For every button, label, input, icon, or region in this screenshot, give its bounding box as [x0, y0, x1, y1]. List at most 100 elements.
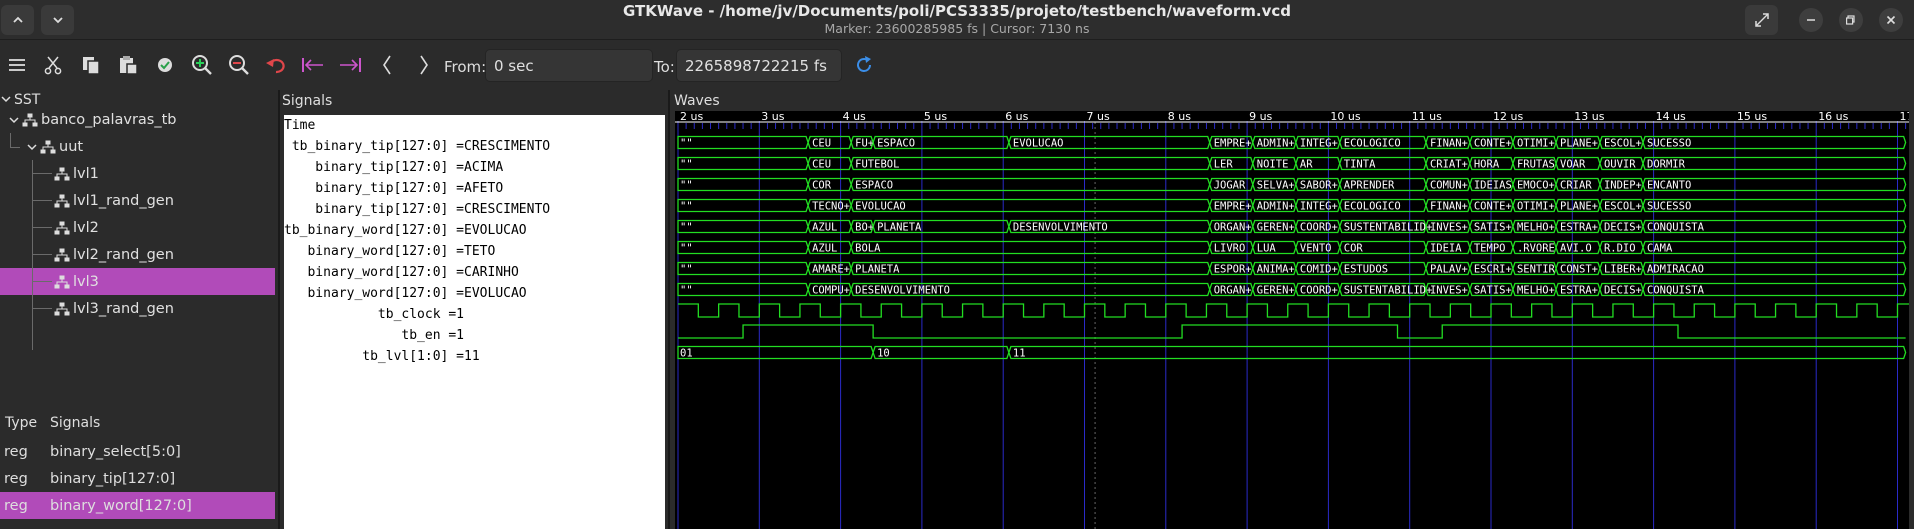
tree-guide-line [10, 147, 20, 148]
tree-item-banco-palavras-tb[interactable]: banco_palavras_tb [0, 106, 275, 133]
bus-trace-value: ADMIN+ [1257, 201, 1295, 213]
bus-trace-value: MELHO+ [1517, 222, 1555, 234]
time-row[interactable]: Time [284, 115, 665, 136]
copy-button[interactable] [78, 52, 104, 78]
to-input[interactable]: 2265898722215 fs [676, 49, 842, 82]
maximize-button[interactable] [1839, 8, 1863, 32]
bus-trace-value: DESENVOLVIMENTO [1013, 222, 1108, 234]
enable-trace [678, 324, 1906, 339]
wave-canvas[interactable]: 2 us 3 us 4 us 5 us 6 us 7 us 8 us 9 us 10 us 11 … [675, 111, 1909, 529]
bus-trace-value: EMPRE+ [1214, 201, 1252, 213]
signal-type-row[interactable]: reg binary_tip[127:0] [0, 465, 275, 492]
time-tick-label: 10 us [1330, 111, 1360, 123]
reload-button[interactable] [851, 52, 877, 78]
signal-row[interactable]: binary_word[127:0] =EVOLUCAO [284, 283, 665, 304]
menu-button[interactable] [4, 52, 30, 78]
prev-button[interactable] [374, 52, 400, 78]
signal-row[interactable]: binary_tip[127:0] =ACIMA [284, 157, 665, 178]
bus-trace-value: ESCOL+ [1604, 201, 1642, 213]
jump-start-button[interactable] [300, 52, 326, 78]
close-button[interactable] [1879, 8, 1903, 32]
bus-trace-value: VOAR [1560, 159, 1586, 171]
tree-item-label: banco_palavras_tb [41, 111, 177, 128]
zoom-in-button[interactable] [189, 52, 215, 78]
signal-type: reg [4, 443, 28, 460]
fullscreen-button[interactable] [1745, 5, 1778, 35]
bus-trace-segment [850, 240, 1211, 255]
bus-trace-segment [677, 240, 809, 255]
zoom-in-icon [192, 55, 212, 75]
signal-name: binary_tip[127:0] [50, 470, 176, 487]
paste-button[interactable] [115, 52, 141, 78]
signal-row[interactable]: tb_binary_word[127:0] =EVOLUCAO [284, 220, 665, 241]
hierarchy-icon [54, 248, 70, 261]
bus-trace-value: CRIAR [1560, 180, 1592, 192]
bus-trace-value: ESPACO [877, 138, 915, 150]
signal-name: binary_word[127:0] [50, 497, 192, 514]
signal-type: reg [4, 470, 28, 487]
bus-trace-value: ESTRA+ [1560, 285, 1598, 297]
bus-trace-value: PLANETA [877, 222, 922, 234]
signal-type: reg [4, 497, 28, 514]
jump-end-button[interactable] [337, 52, 363, 78]
signal-name: binary_select[5:0] [50, 443, 181, 460]
bus-trace-value: .RVORE [1517, 243, 1555, 255]
lvl-trace-value: 01 [680, 348, 693, 360]
waves-pane: Waves 2 us 3 us 4 us 5 us 6 us 7 us 8 us 9 us 10… [670, 90, 1914, 529]
cut-button[interactable] [40, 52, 66, 78]
bus-trace-value: FRUTAS [1517, 159, 1555, 171]
bus-trace-value: GEREN+ [1257, 222, 1295, 234]
bus-trace-value: CAMA [1647, 243, 1673, 255]
signal-type-row[interactable]: reg binary_word[127:0] [0, 492, 275, 519]
signal-row[interactable]: binary_tip[127:0] =CRESCIMENTO [284, 199, 665, 220]
bus-trace-value: TECNO+ [812, 201, 850, 213]
undo-button[interactable] [263, 52, 289, 78]
signal-row[interactable]: binary_word[127:0] =TETO [284, 241, 665, 262]
bus-trace-value: CONTE+ [1474, 201, 1512, 213]
minimize-button[interactable] [1799, 8, 1823, 32]
bus-trace-value: COR [1344, 243, 1364, 255]
tree-item-label: lvl3_rand_gen [73, 300, 174, 317]
bus-trace-value: ESPACO [855, 180, 893, 192]
tree-guide-line [32, 227, 52, 228]
from-label: From: [444, 58, 487, 76]
lvl-trace-segment [677, 345, 874, 360]
bus-trace-value: ESCRI+ [1474, 264, 1512, 276]
bus-trace-value: EVOLUCAO [1013, 138, 1064, 150]
zoom-out-button[interactable] [226, 52, 252, 78]
next-button[interactable] [411, 52, 437, 78]
tree-item-label: lvl2 [73, 219, 99, 236]
bus-trace-value: COORD+ [1300, 222, 1338, 234]
tree-guide-line [32, 308, 52, 309]
tree-guide-line [32, 200, 52, 201]
waves-header: Waves [674, 93, 720, 109]
bus-trace-value: LER [1214, 159, 1234, 171]
signal-row[interactable]: binary_tip[127:0] =AFETO [284, 178, 665, 199]
signal-row[interactable]: tb_lvl[1:0] =11 [284, 346, 665, 367]
signal-row[interactable]: tb_binary_tip[127:0] =CRESCIMENTO [284, 136, 665, 157]
bus-trace-value: R.DIO [1604, 243, 1636, 255]
hamburger-icon [9, 59, 25, 71]
signal-row[interactable]: tb_en =1 [284, 325, 665, 346]
bus-trace-value: CEU [812, 159, 831, 171]
bus-trace-segment [850, 261, 1211, 276]
hierarchy-icon [54, 275, 70, 288]
bus-trace-value: FINAN+ [1430, 201, 1468, 213]
select-all-button[interactable] [152, 52, 178, 78]
from-input[interactable]: 0 sec [485, 49, 653, 82]
bus-trace-value: ANIMA+ [1257, 264, 1295, 276]
bus-trace-value: TEMPO [1474, 243, 1506, 255]
waveform-display[interactable]: 2 us 3 us 4 us 5 us 6 us 7 us 8 us 9 us 10 us 11 … [675, 111, 1909, 529]
jump-end-icon [340, 58, 361, 72]
hierarchy-icon [40, 140, 56, 153]
bus-trace-value: EVOLUCAO [855, 201, 906, 213]
signal-row[interactable]: tb_clock =1 [284, 304, 665, 325]
bus-trace-value: ENCANTO [1647, 180, 1691, 192]
bus-trace-value: OTIMI+ [1517, 201, 1555, 213]
signal-type-row[interactable]: reg binary_select[5:0] [0, 438, 275, 465]
bus-trace-value: "" [680, 222, 693, 234]
tree-item-uut[interactable]: uut [0, 133, 275, 160]
time-tick-label: 13 us [1574, 111, 1604, 123]
tree-item-label: lvl2_rand_gen [73, 246, 174, 263]
signal-row[interactable]: binary_word[127:0] =CARINHO [284, 262, 665, 283]
